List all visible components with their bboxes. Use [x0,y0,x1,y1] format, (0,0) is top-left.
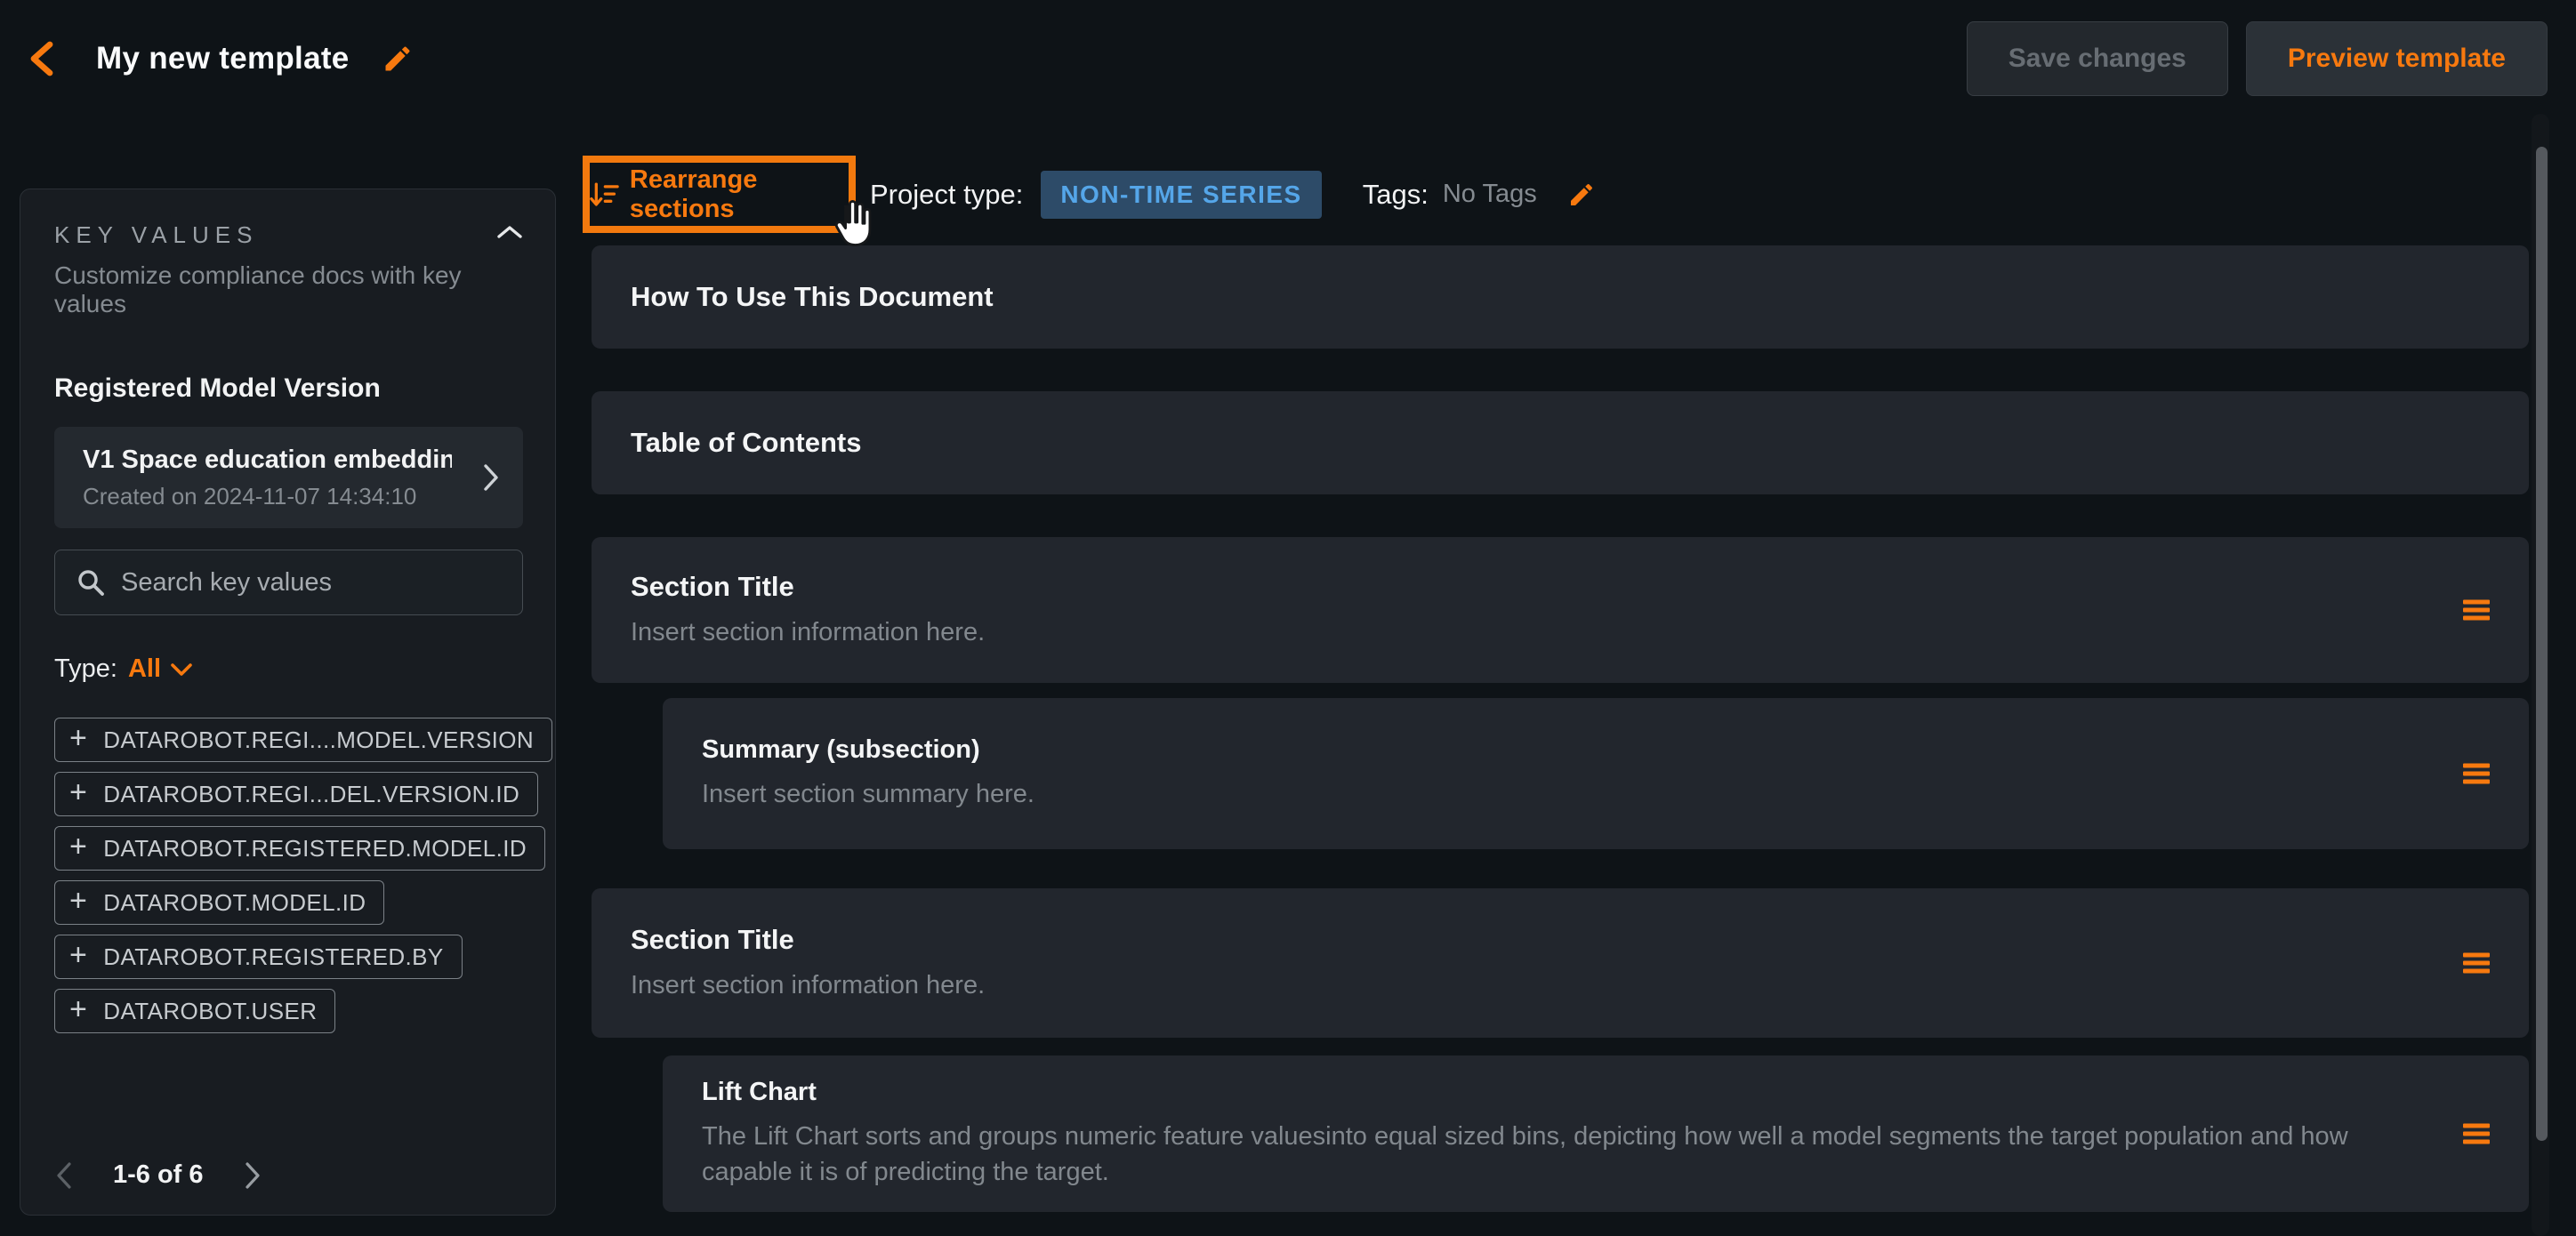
section-title: Section Title [631,571,2431,603]
chip-label: DATAROBOT.REGI....MODEL.VERSION [103,726,534,754]
rearrange-sections-label: Rearrange sections [630,165,849,224]
chevron-down-icon [170,662,193,677]
section-card[interactable]: Section Title Insert section information… [592,888,2529,1038]
type-filter-dropdown[interactable]: All [128,654,193,684]
model-version-created: Created on 2024-11-07 14:34:10 [83,483,452,510]
search-key-values-input[interactable] [119,567,501,598]
section-card-table-of-contents[interactable]: Table of Contents [592,391,2529,494]
section-card-how-to-use[interactable]: How To Use This Document [592,245,2529,349]
pagination-prev-icon[interactable] [54,1161,74,1190]
key-value-chip[interactable]: + DATAROBOT.REGI....MODEL.VERSION [54,718,552,762]
type-filter-value: All [128,654,161,684]
template-editor-page: My new template Save changes Preview tem… [0,0,2576,1236]
scrollbar-thumb[interactable] [2536,147,2548,1141]
key-value-chip[interactable]: + DATAROBOT.MODEL.ID [54,880,384,925]
subsection-card[interactable]: Summary (subsection) Insert section summ… [663,698,2529,849]
drag-handle-menu-icon[interactable] [2463,1120,2490,1148]
type-filter-row: Type: All [54,654,523,684]
subsection-description: Insert section summary here. [702,776,2431,812]
model-version-name: V1 Space education embeddin... [83,445,452,475]
key-values-subtitle: Customize compliance docs with key value… [54,261,523,318]
pagination-label: 1-6 of 6 [113,1160,204,1190]
chip-label: DATAROBOT.REGISTERED.MODEL.ID [103,835,527,863]
edit-title-pencil-icon[interactable] [382,43,414,75]
document-meta-row: Project type: NON-TIME SERIES Tags: No T… [870,156,1596,233]
chip-label: DATAROBOT.MODEL.ID [103,889,366,917]
drag-handle-menu-icon[interactable] [2463,950,2490,977]
chevron-up-icon[interactable] [496,223,523,241]
plus-icon: + [69,994,87,1024]
section-title: Section Title [631,924,2431,956]
key-value-chip[interactable]: + DATAROBOT.REGISTERED.MODEL.ID [54,826,545,871]
search-key-values-box [54,550,523,615]
project-type-label: Project type: [870,179,1023,211]
top-bar-actions: Save changes Preview template [1967,21,2548,96]
chip-label: DATAROBOT.USER [103,998,317,1025]
key-values-panel: KEY VALUES Customize compliance docs wit… [20,189,556,1216]
preview-template-button[interactable]: Preview template [2246,21,2548,96]
registered-model-version-card[interactable]: V1 Space education embeddin... Created o… [54,427,523,528]
drag-handle-menu-icon[interactable] [2463,597,2490,624]
back-icon[interactable] [27,41,57,76]
rearrange-sections-button[interactable]: Rearrange sections [590,165,849,224]
chevron-right-icon [482,463,500,492]
subsection-card-lift-chart[interactable]: Lift Chart The Lift Chart sorts and grou… [663,1055,2529,1212]
key-value-chip[interactable]: + DATAROBOT.REGI...DEL.VERSION.ID [54,772,538,816]
top-bar: My new template Save changes Preview tem… [0,0,2576,117]
key-value-chip[interactable]: + DATAROBOT.USER [54,989,335,1033]
save-changes-button[interactable]: Save changes [1967,21,2228,96]
chip-label: DATAROBOT.REGI...DEL.VERSION.ID [103,781,519,808]
key-values-title: KEY VALUES [54,221,258,249]
tags-value: No Tags [1443,180,1537,209]
pagination: 1-6 of 6 [54,1160,262,1190]
plus-icon: + [69,940,87,970]
search-icon [76,568,105,597]
edit-tags-pencil-icon[interactable] [1567,181,1596,209]
page-title: My new template [96,41,350,76]
plus-icon: + [69,886,87,916]
key-values-header: KEY VALUES [54,221,523,249]
plus-icon: + [69,723,87,753]
section-card[interactable]: Section Title Insert section information… [592,537,2529,683]
subsection-title: Summary (subsection) [702,735,2431,765]
sort-arrow-icon [590,180,619,210]
key-value-chip[interactable]: + DATAROBOT.REGISTERED.BY [54,935,463,979]
section-title: How To Use This Document [631,281,2431,313]
type-filter-label: Type: [54,654,117,684]
section-description: Insert section information here. [631,614,2431,650]
section-description: Insert section information here. [631,967,2431,1003]
section-title: Table of Contents [631,427,2431,459]
drag-handle-menu-icon[interactable] [2463,760,2490,788]
chip-label: DATAROBOT.REGISTERED.BY [103,943,443,971]
rearrange-highlight-box: Rearrange sections [583,156,856,233]
project-type-badge: NON-TIME SERIES [1041,171,1321,219]
registered-model-version-label: Registered Model Version [54,373,523,404]
plus-icon: + [69,831,87,862]
pagination-next-icon[interactable] [243,1161,262,1190]
plus-icon: + [69,777,87,807]
subsection-description: The Lift Chart sorts and groups numeric … [702,1119,2431,1190]
key-value-chip-list: +DATAROBOT.REGI....MODEL.VERSION +DATARO… [54,718,523,1033]
subsection-title: Lift Chart [702,1078,2431,1107]
tags-label: Tags: [1363,179,1429,211]
